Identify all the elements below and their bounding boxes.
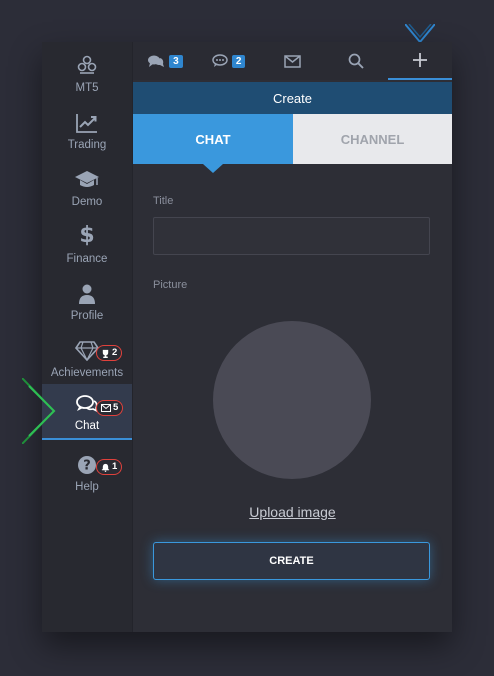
tab-mail[interactable] [261,42,325,80]
trophy-icon [102,349,109,358]
chat-panel: 3 2 Create CHAT CHANNEL Title Picture Up… [133,42,452,632]
sidebar: MT5 Trading Demo $ Finance Profile Achie… [42,42,133,632]
app-window: MT5 Trading Demo $ Finance Profile Achie… [42,42,452,632]
picture-label: Picture [153,279,188,291]
sidebar-item-mt5[interactable]: MT5 [42,46,132,100]
diamond-icon [75,335,99,361]
panel-title: Create [133,82,452,114]
chats-count: 3 [169,54,183,68]
sidebar-item-finance[interactable]: $ Finance [42,217,132,271]
plus-icon [413,53,428,67]
graduation-cap-icon [74,164,100,190]
envelope-icon [284,54,301,68]
sidebar-item-label: Finance [66,253,108,265]
panel-toolbar: 3 2 [133,42,452,80]
chart-up-icon [76,107,98,133]
comment-icon [212,54,228,67]
sidebar-item-help[interactable]: ? Help 1 [42,445,132,499]
envelope-icon [101,404,111,412]
chat-bubbles-icon [148,55,165,67]
picture-placeholder[interactable] [213,321,371,479]
chat-badge: 5 [96,400,124,416]
help-badge: 1 [96,459,123,475]
sidebar-item-label: MT5 [75,82,99,94]
sidebar-item-label: Trading [67,139,107,151]
messages-count: 2 [231,54,246,68]
bell-icon [101,463,110,472]
tab-create[interactable] [388,42,452,80]
sidebar-item-profile[interactable]: Profile [42,274,132,328]
sidebar-item-label: Achievements [50,367,124,379]
sidebar-item-label: Chat [74,420,100,432]
sidebar-item-demo[interactable]: Demo [42,160,132,214]
title-input[interactable] [153,217,430,255]
mt5-icon [76,50,98,76]
tab-messages[interactable]: 2 [197,42,261,80]
sidebar-item-achievements[interactable]: Achievements 2 [42,331,132,385]
pointer-arrow-icon [22,378,56,444]
user-icon [78,278,96,304]
upload-image-link[interactable]: Upload image [133,504,452,520]
tab-channel[interactable]: CHANNEL [293,114,452,164]
tab-chat[interactable]: CHAT [133,114,293,164]
question-icon: ? [77,449,97,475]
search-icon [348,53,364,69]
tab-chats[interactable]: 3 [133,42,197,80]
svg-text:?: ? [83,459,91,474]
sidebar-item-label: Help [75,481,99,493]
sidebar-item-trading[interactable]: Trading [42,103,132,157]
tab-search[interactable] [324,42,388,80]
active-tab-pointer [203,164,223,173]
create-button[interactable]: CREATE [153,542,430,580]
title-label: Title [153,195,174,207]
dollar-icon: $ [79,223,95,248]
sidebar-item-label: Demo [71,196,103,208]
sidebar-item-label: Profile [70,310,104,322]
achievements-badge: 2 [96,345,123,361]
